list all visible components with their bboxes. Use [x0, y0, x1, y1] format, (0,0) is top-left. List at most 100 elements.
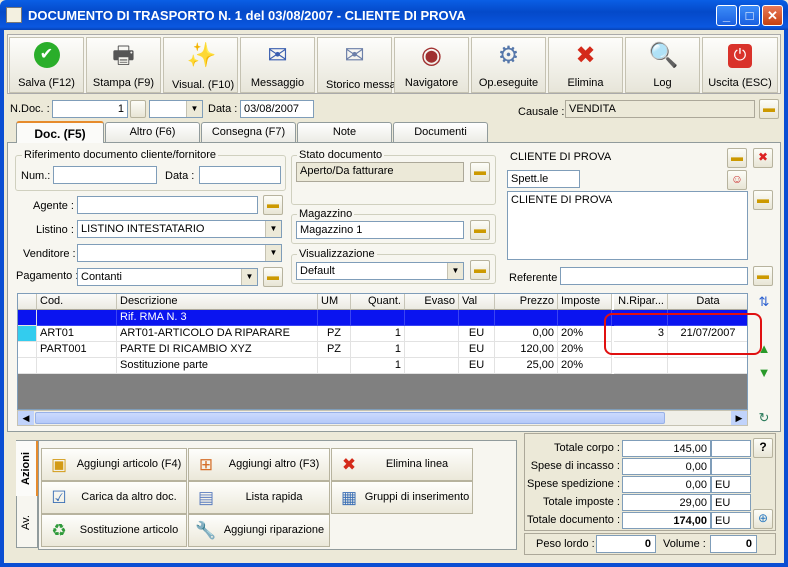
cell-nripar[interactable] [614, 358, 668, 374]
chevron-down-icon[interactable]: ▼ [186, 101, 202, 117]
causale-folder-icon[interactable]: ▬ [759, 99, 779, 119]
toolbar-magic-wand-button[interactable]: ✨ Visual. (F10) [163, 37, 238, 93]
chevron-down-icon[interactable]: ▼ [447, 263, 463, 279]
volume-input[interactable]: 0 [710, 535, 757, 553]
cell-quant[interactable]: 1 [351, 358, 405, 374]
cell-descr[interactable]: Rif. RMA N. 3 [117, 310, 318, 326]
agente-input[interactable] [77, 196, 258, 214]
load-doc-button[interactable]: ☑ Carica da altro doc. [41, 481, 187, 514]
tab-av[interactable]: Av. [16, 500, 38, 545]
column-header-cod[interactable]: Cod. [37, 294, 117, 310]
cell-data[interactable] [668, 358, 747, 374]
stato-folder-icon[interactable]: ▬ [470, 162, 490, 182]
total-value[interactable]: 0,00 [622, 458, 711, 475]
cell-descr[interactable]: ART01-ARTICOLO DA RIPARARE [117, 326, 318, 342]
cell-prezzo[interactable]: 120,00 [495, 342, 558, 358]
cell-um[interactable]: PZ [318, 342, 351, 358]
toolbar-compass-button[interactable]: ◉ Navigatore [394, 37, 469, 93]
cell-descr[interactable]: PARTE DI RICAMBIO XYZ [117, 342, 318, 358]
refresh-icon[interactable]: ↻ [754, 408, 774, 428]
cell-um[interactable] [318, 358, 351, 374]
ndoc-input[interactable]: 1 [52, 100, 128, 118]
cell-prezzo[interactable]: 25,00 [495, 358, 558, 374]
column-header-imposte[interactable]: Imposte [558, 294, 612, 310]
magazzino-input[interactable]: Magazzino 1 [296, 221, 464, 239]
column-header-descr[interactable]: Descrizione [117, 294, 318, 310]
column-header-quant[interactable]: Quant. [351, 294, 405, 310]
referente-folder-icon[interactable]: ▬ [753, 266, 773, 286]
column-header-data[interactable]: Data [668, 294, 747, 310]
toolbar-save-check-button[interactable]: ✔ Salva (F12) [9, 37, 84, 93]
visualizzazione-folder-icon[interactable]: ▬ [470, 260, 490, 280]
listino-select[interactable]: LISTINO INTESTATARIO [77, 220, 282, 238]
peso-input[interactable]: 0 [596, 535, 656, 553]
chevron-down-icon[interactable]: ▼ [241, 269, 257, 285]
tab-azioni[interactable]: Azioni [16, 441, 38, 496]
column-header-nripar[interactable]: N.Ripar... [614, 294, 668, 310]
scroll-right-icon[interactable]: ▶ [731, 411, 747, 425]
scroll-left-icon[interactable]: ◀ [18, 411, 34, 425]
cell-prezzo[interactable] [495, 310, 558, 326]
referente-input[interactable] [560, 267, 748, 285]
cell-descr[interactable]: Sostituzione parte [117, 358, 318, 374]
cell-val[interactable] [459, 310, 495, 326]
cell-um[interactable]: PZ [318, 326, 351, 342]
cell-cod[interactable]: ART01 [37, 326, 117, 342]
add-other-button[interactable]: ⊞ Aggiungi altro (F3) [188, 448, 330, 481]
move-down-icon[interactable]: ▼ [754, 363, 774, 383]
close-button[interactable]: ✕ [762, 5, 783, 26]
delete-line-button[interactable]: ✖ Elimina linea [331, 448, 473, 481]
zoom-total-icon[interactable]: ⊕ [753, 509, 773, 529]
maximize-button[interactable]: □ [739, 5, 760, 26]
ref-num-input[interactable] [53, 166, 157, 184]
causale-input[interactable]: VENDITA [565, 100, 755, 118]
cell-quant[interactable]: 1 [351, 326, 405, 342]
quick-list-button[interactable]: ▤ Lista rapida [188, 481, 330, 514]
cell-evaso[interactable] [405, 358, 459, 374]
magazzino-folder-icon[interactable]: ▬ [470, 220, 490, 240]
client-contact-icon[interactable]: ☺ [727, 170, 747, 190]
chevron-down-icon[interactable]: ▼ [265, 221, 281, 237]
client-address-textarea[interactable]: CLIENTE DI PROVA [507, 191, 748, 260]
cell-cod[interactable] [37, 358, 117, 374]
client-clear-icon[interactable]: ✖ [753, 148, 773, 168]
add-repair-button[interactable]: 🔧 Aggiungi riparazione [188, 514, 330, 547]
column-header-val[interactable]: Val [459, 294, 495, 310]
minimize-button[interactable]: _ [716, 5, 737, 26]
cell-prezzo[interactable]: 0,00 [495, 326, 558, 342]
toolbar-printer-button[interactable]: 🖶 Stampa (F9) [86, 37, 161, 93]
tab-note[interactable]: Note [297, 122, 392, 142]
add-article-button[interactable]: ▣ Aggiungi articolo (F4) [41, 448, 187, 481]
cell-val[interactable]: EU [459, 326, 495, 342]
column-header-evaso[interactable]: Evaso [405, 294, 459, 310]
move-up-icon[interactable]: ▲ [754, 339, 774, 359]
cell-val[interactable]: EU [459, 358, 495, 374]
insert-groups-button[interactable]: ▦ Gruppi di inserimento [331, 481, 473, 514]
total-value[interactable]: 145,00 [622, 440, 711, 457]
agente-folder-icon[interactable]: ▬ [263, 195, 283, 215]
cell-cod[interactable] [37, 310, 117, 326]
client-salutation-input[interactable]: Spett.le [507, 170, 580, 188]
cell-evaso[interactable] [405, 310, 459, 326]
cell-imposte[interactable]: 20% [558, 358, 612, 374]
table-row[interactable]: Sostituzione parte 1 EU 25,00 20% [18, 358, 747, 374]
venditore-select[interactable] [77, 244, 282, 262]
tab-doc-f5[interactable]: Doc. (F5) [16, 121, 104, 143]
ndoc-suffix-button[interactable] [130, 100, 146, 118]
tab-documenti[interactable]: Documenti [393, 122, 488, 142]
tab-altro-f6[interactable]: Altro (F6) [105, 122, 200, 142]
address-folder-icon[interactable]: ▬ [753, 190, 773, 210]
tab-consegna-f7[interactable]: Consegna (F7) [201, 122, 296, 142]
column-header-um[interactable]: UM [318, 294, 351, 310]
total-value[interactable]: 0,00 [622, 476, 711, 493]
toolbar-gears-button[interactable]: ⚙ Op.eseguite [471, 37, 546, 93]
cell-val[interactable]: EU [459, 342, 495, 358]
ref-date-input[interactable] [199, 166, 281, 184]
toolbar-message-pen-button[interactable]: ✉ Messaggio [240, 37, 315, 93]
chevron-down-icon[interactable]: ▼ [265, 245, 281, 261]
replace-article-button[interactable]: ♻ Sostituzione articolo [41, 514, 187, 547]
help-button[interactable]: ? [753, 438, 773, 458]
pagamento-folder-icon[interactable]: ▬ [263, 267, 283, 287]
client-folder-icon[interactable]: ▬ [727, 148, 747, 168]
total-value[interactable]: 29,00 [622, 494, 711, 511]
